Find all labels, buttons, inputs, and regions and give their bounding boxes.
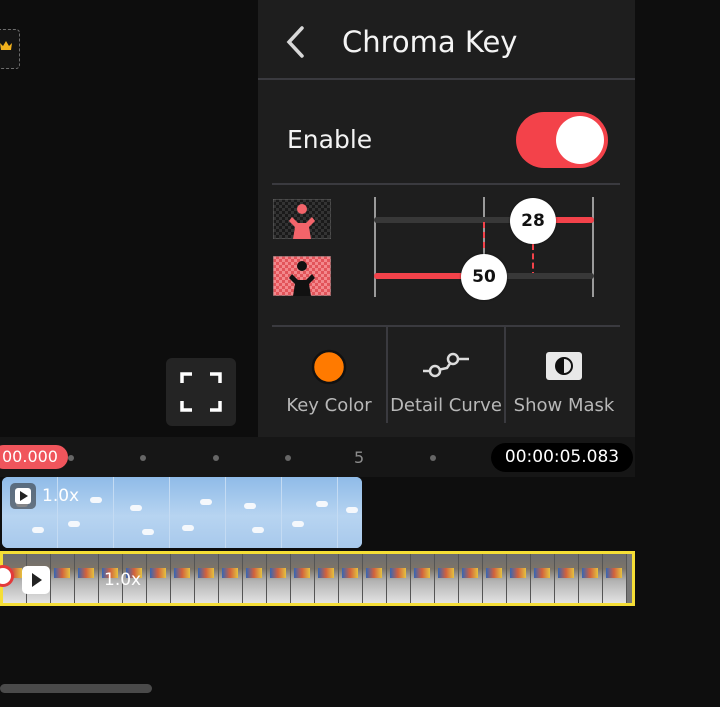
- show-mask-label: Show Mask: [513, 395, 615, 416]
- detail-curve-button[interactable]: Detail Curve: [388, 333, 504, 437]
- fullscreen-icon: [180, 372, 222, 412]
- slider-knob-top[interactable]: 28: [510, 198, 556, 244]
- horizontal-scrollbar[interactable]: [0, 684, 152, 693]
- chroma-key-panel: Chroma Key Enable 28 50 Key Color Detail…: [258, 0, 635, 437]
- slider-guide: [483, 222, 485, 248]
- total-duration-badge: 00:00:05.083: [491, 443, 633, 472]
- detail-curve-label: Detail Curve: [390, 395, 502, 416]
- ruler-tick: [68, 455, 74, 461]
- ruler-second-label: 5: [354, 448, 365, 467]
- slider-tick: [374, 197, 376, 297]
- fullscreen-button[interactable]: [166, 358, 236, 426]
- main-clip-play-icon[interactable]: [22, 566, 50, 594]
- page-title: Chroma Key: [342, 25, 518, 59]
- curve-nodes-icon: [423, 352, 469, 378]
- ruler-tick: [140, 455, 146, 461]
- main-clip-speed: 1.0x: [104, 570, 142, 590]
- color-circle-icon: [311, 349, 347, 385]
- person-silhouette-red-icon: [272, 255, 332, 297]
- toggle-knob: [556, 116, 604, 164]
- chevron-left-icon: [286, 26, 304, 58]
- overlay-clip-play-icon[interactable]: [10, 483, 36, 509]
- overlay-clip-speed: 1.0x: [42, 486, 80, 506]
- slider-tick: [592, 197, 594, 297]
- ruler-tick: [213, 455, 219, 461]
- main-clip-selected[interactable]: [0, 551, 635, 606]
- enable-label: Enable: [287, 125, 373, 154]
- premium-crown-badge[interactable]: [0, 29, 20, 69]
- crown-icon: [0, 41, 12, 50]
- panel-header: Chroma Key: [258, 0, 635, 80]
- enable-toggle[interactable]: [516, 112, 608, 168]
- key-color-button[interactable]: Key Color: [272, 333, 386, 437]
- current-time-badge: 00.000: [0, 445, 68, 469]
- ruler-tick: [285, 455, 291, 461]
- back-button[interactable]: [282, 22, 314, 62]
- mask-icon: [546, 352, 582, 380]
- slider-knob-bottom[interactable]: 50: [461, 254, 507, 300]
- key-color-label: Key Color: [286, 395, 372, 416]
- divider: [272, 325, 620, 327]
- divider: [272, 183, 620, 185]
- ruler-tick: [430, 455, 436, 461]
- person-silhouette-checker-icon: [272, 198, 332, 240]
- show-mask-button[interactable]: Show Mask: [506, 333, 622, 437]
